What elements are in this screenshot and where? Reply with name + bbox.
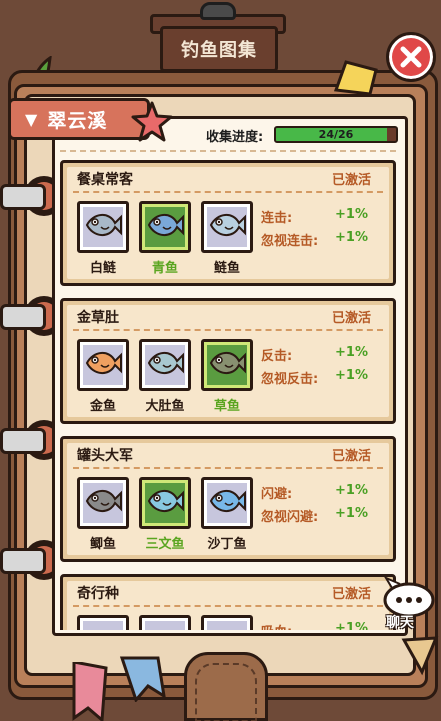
set-divider bbox=[73, 467, 383, 469]
bonus-label: 忽视反击: bbox=[261, 372, 319, 387]
paper-sticker-icon bbox=[333, 60, 378, 96]
fish-name: 沙丁鱼 bbox=[207, 537, 247, 552]
fish-slot[interactable] bbox=[201, 201, 253, 253]
fish-slot[interactable] bbox=[139, 201, 191, 253]
grass-carp-icon bbox=[207, 347, 247, 383]
set-title: 金草肚 bbox=[77, 310, 119, 326]
page-title: 钓鱼图集 bbox=[181, 40, 257, 61]
fish-name: 鲫鱼 bbox=[89, 537, 116, 552]
chat-label: 聊天 bbox=[386, 615, 414, 631]
bonus-label: 反击: bbox=[261, 349, 293, 364]
bonus-value: +1% bbox=[335, 483, 368, 498]
fish-name: 青鱼 bbox=[151, 261, 178, 276]
silver-carp-icon bbox=[83, 209, 123, 245]
leather-pocket bbox=[184, 652, 268, 721]
bonus-label: 连击: bbox=[261, 211, 293, 226]
set-status-badge: 已激活 bbox=[331, 311, 371, 326]
set-divider bbox=[73, 191, 383, 193]
binder-ring bbox=[0, 184, 46, 210]
binder-ring bbox=[0, 428, 46, 454]
bonus-value: +1% bbox=[335, 345, 368, 360]
close-button[interactable] bbox=[386, 32, 436, 82]
set-status-badge: 已激活 bbox=[331, 173, 371, 188]
set-divider bbox=[73, 605, 383, 607]
fish-slot[interactable] bbox=[139, 339, 191, 391]
set-title: 罐头大军 bbox=[77, 448, 133, 464]
bonus-label: 忽视连击: bbox=[261, 234, 319, 249]
fish-slot[interactable] bbox=[77, 477, 129, 529]
fish-slot[interactable] bbox=[77, 201, 129, 253]
potbelly-fish-icon bbox=[145, 347, 185, 383]
fish-slot[interactable] bbox=[201, 615, 253, 630]
bonus-label: 闪避: bbox=[261, 487, 293, 502]
bonus-value: +1% bbox=[335, 207, 368, 222]
fish-set-card: 餐桌常客 已激活白鲢 青鱼 鲢鱼 连击: +1% 忽视连击: +1% bbox=[60, 160, 396, 286]
fish-slot[interactable] bbox=[201, 477, 253, 529]
close-icon bbox=[400, 46, 422, 68]
sign-hook-icon bbox=[200, 2, 236, 20]
crucian-carp-icon bbox=[83, 485, 123, 521]
set-divider bbox=[73, 329, 383, 331]
fishing-album-screen: 钓鱼图集 ▼ 翠云溪 收集进度: 24/26 餐桌常客 已激活 白鲢 青鱼 鲢鱼 连击: +… bbox=[0, 0, 441, 721]
binder-ring bbox=[0, 304, 46, 330]
fish-slot[interactable] bbox=[139, 477, 191, 529]
fish-slot[interactable] bbox=[139, 615, 191, 630]
set-title: 奇行种 bbox=[77, 586, 119, 602]
title-sign: 钓鱼图集 bbox=[160, 26, 278, 72]
bookmark-ribbon-pink bbox=[72, 662, 108, 721]
bonus-value: +1% bbox=[335, 368, 368, 383]
bookmark-ribbon-tan bbox=[401, 636, 439, 676]
bonus-label: 忽视闪避: bbox=[261, 510, 319, 525]
set-status-badge: 已激活 bbox=[331, 449, 371, 464]
set-list[interactable]: 餐桌常客 已激活 白鲢 青鱼 鲢鱼 连击: +1% 忽视连击: +1% 金草肚 已激活 金鱼 大肚鱼 草鱼… bbox=[52, 116, 408, 630]
set-status-badge: 已激活 bbox=[331, 587, 371, 602]
bonus-value: +1% bbox=[335, 621, 368, 630]
fish-set-card: 奇行种 已激活吸血: +1% bbox=[60, 574, 396, 630]
fish-slot[interactable] bbox=[77, 339, 129, 391]
fish-name: 三文鱼 bbox=[145, 537, 185, 552]
goldfish-icon bbox=[83, 347, 123, 383]
fish-set-card: 罐头大军 已激活鲫鱼 三文鱼 沙丁鱼 闪避: +1% 忽视闪避: +1% bbox=[60, 436, 396, 562]
set-title: 餐桌常客 bbox=[77, 172, 133, 188]
bonus-value: +1% bbox=[335, 506, 368, 521]
binder-ring bbox=[0, 548, 46, 574]
dropdown-arrow-icon: ▼ bbox=[25, 109, 38, 129]
fish-name: 大肚鱼 bbox=[145, 399, 185, 414]
fish-set-card: 金草肚 已激活金鱼 大肚鱼 草鱼 反击: +1% 忽视反击: +1% bbox=[60, 298, 396, 424]
black-carp-icon bbox=[145, 209, 185, 245]
sardine-icon bbox=[207, 485, 247, 521]
salmon-icon bbox=[145, 485, 185, 521]
fish-slot[interactable] bbox=[77, 615, 129, 630]
fish-slot[interactable] bbox=[201, 339, 253, 391]
bonus-label: 吸血: bbox=[261, 621, 292, 630]
fish-name: 白鲢 bbox=[89, 261, 116, 276]
fish-name: 鲢鱼 bbox=[213, 261, 240, 276]
bookmark-ribbon-blue bbox=[119, 656, 166, 702]
fish-name: 草鱼 bbox=[213, 399, 240, 414]
bonus-value: +1% bbox=[335, 230, 368, 245]
fish-name: 金鱼 bbox=[89, 399, 116, 414]
bighead-carp-icon bbox=[207, 209, 247, 245]
